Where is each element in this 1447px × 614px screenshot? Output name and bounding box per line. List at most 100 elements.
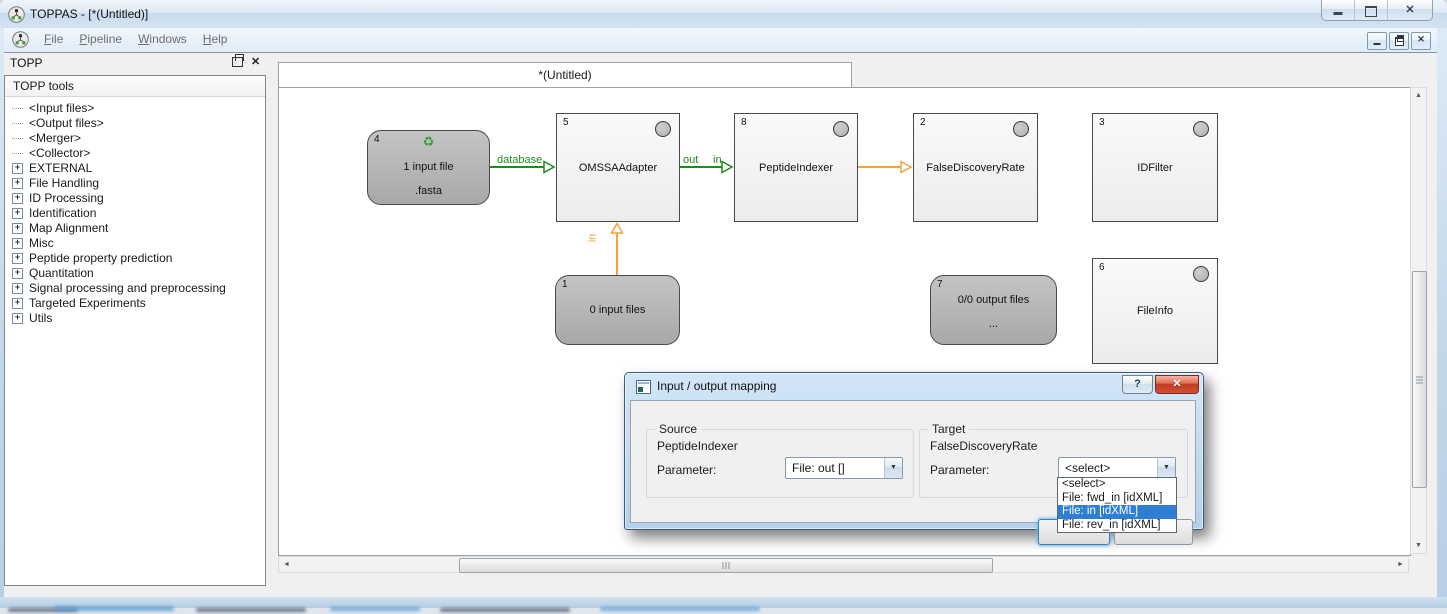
tree-item[interactable]: +Targeted Experiments (5, 296, 265, 311)
scrollbar-grip (1416, 376, 1423, 383)
tree-item-label: Misc (29, 236, 54, 251)
tree-item[interactable]: + Signal processing and preprocessing (5, 281, 265, 296)
node-label: FalseDiscoveryRate (914, 162, 1037, 174)
menu-windows[interactable]: Windows (130, 28, 195, 50)
target-parameter-label: Parameter: (930, 463, 989, 477)
scroll-right-icon[interactable]: ► (1393, 557, 1408, 572)
expand-plus-icon[interactable]: + (12, 298, 23, 309)
node-falsediscoveryrate[interactable]: 2 FalseDiscoveryRate (913, 113, 1038, 222)
node-peptideindexer[interactable]: 8 PeptideIndexer (734, 113, 858, 222)
close-button[interactable]: ✕ (1387, 0, 1432, 20)
tree-item[interactable]: <Output files> (5, 116, 265, 131)
status-circle (1013, 121, 1029, 137)
scroll-left-icon[interactable]: ◄ (279, 557, 294, 572)
node-output-files[interactable]: 7 0/0 output files ... (930, 275, 1057, 345)
dialog-close-button[interactable]: ✕ (1155, 375, 1199, 394)
mdi-restore-button[interactable] (1389, 32, 1409, 50)
horizontal-scrollbar[interactable]: ◄ ► (278, 556, 1409, 573)
dialog-icon (636, 380, 651, 394)
menu-pipeline[interactable]: Pipeline (71, 28, 130, 50)
scrollbar-grip (723, 562, 730, 569)
tree-item[interactable]: +Peptide property prediction (5, 251, 265, 266)
scroll-down-icon[interactable]: ▼ (1411, 538, 1426, 553)
dialog-help-button[interactable]: ? (1122, 375, 1153, 394)
window-title: TOPPAS - [*(Untitled)] (30, 7, 148, 21)
expand-plus-icon[interactable]: + (12, 193, 23, 204)
edge-label-in: in (713, 154, 722, 166)
tree-item-label: File Handling (29, 176, 99, 191)
mdi-minimize-button[interactable] (1367, 32, 1387, 50)
tree-item-label: Map Alignment (29, 221, 108, 236)
node-number: 7 (937, 279, 943, 290)
source-tool-name: PeptideIndexer (657, 439, 738, 453)
source-parameter-value: File: out [] (792, 461, 845, 475)
scroll-up-icon[interactable]: ▲ (1411, 88, 1426, 103)
dock-close-icon[interactable]: ✕ (251, 57, 260, 67)
tree-item[interactable]: +EXTERNAL (5, 161, 265, 176)
node-fileinfo[interactable]: 6 FileInfo (1092, 258, 1218, 364)
horizontal-scrollbar-thumb[interactable] (459, 558, 993, 573)
desktop-artifact (54, 606, 174, 611)
mdi-window-buttons: ✕ (1367, 32, 1431, 50)
dropdown-option[interactable]: <select> (1058, 478, 1176, 492)
node-text: 1 input file (368, 161, 489, 173)
tree-item-label: Quantitation (29, 266, 94, 281)
dropdown-option[interactable]: File: rev_in [idXML] (1058, 519, 1176, 533)
node-number: 2 (920, 117, 926, 128)
minimize-icon (1334, 12, 1343, 15)
topp-tools-panel: TOPP tools <Input files><Output files><M… (4, 75, 266, 586)
expand-plus-icon[interactable]: + (12, 268, 23, 279)
dock-float-icon[interactable] (232, 57, 243, 67)
tree-item[interactable]: +ID Processing (5, 191, 265, 206)
node-text: ... (931, 318, 1056, 330)
node-input-file-fasta[interactable]: 4 ♻ 1 input file .fasta (367, 130, 490, 205)
menu-items: FilePipelineWindowsHelp (36, 28, 235, 50)
tree-item[interactable]: + Map Alignment (5, 221, 265, 236)
desktop-artifact (330, 607, 420, 611)
tree-item[interactable]: + File Handling (5, 176, 265, 191)
status-circle (655, 121, 671, 137)
expand-plus-icon[interactable]: + (12, 208, 23, 219)
maximize-button[interactable] (1354, 0, 1387, 20)
expand-plus-icon[interactable]: + (12, 283, 23, 294)
node-label: FileInfo (1093, 305, 1217, 317)
tree-item[interactable]: + Misc (5, 236, 265, 251)
vertical-scrollbar[interactable]: ▲ ▼ (1410, 87, 1427, 554)
expand-plus-icon[interactable]: + (12, 253, 23, 264)
expand-plus-icon[interactable]: + (12, 178, 23, 189)
tree-item-label: Signal processing and preprocessing (29, 281, 226, 296)
mdi-close-button[interactable]: ✕ (1411, 32, 1431, 50)
tree-item[interactable]: +Utils (5, 311, 265, 326)
document-tab[interactable]: *(Untitled) (278, 62, 852, 89)
tree-item[interactable]: <Input files> (5, 101, 265, 116)
expand-plus-icon[interactable]: + (12, 238, 23, 249)
expand-plus-icon[interactable]: + (12, 163, 23, 174)
tree-item-label: <Input files> (29, 101, 94, 116)
edge-label-out: out (683, 154, 698, 166)
tree-item[interactable]: + Quantitation (5, 266, 265, 281)
expand-plus-icon[interactable]: + (12, 223, 23, 234)
tree-item[interactable]: +Identification (5, 206, 265, 221)
node-idfilter[interactable]: 3 IDFilter (1092, 113, 1218, 222)
node-omssaadapter[interactable]: 5 OMSSAAdapter (556, 113, 680, 222)
mdi-restore-icon (1395, 37, 1404, 46)
minimize-button[interactable] (1322, 0, 1354, 20)
dropdown-option[interactable]: File: fwd_in [idXML] (1058, 492, 1176, 506)
tree-item[interactable]: <Collector> (5, 146, 265, 161)
tree-item[interactable]: <Merger> (5, 131, 265, 146)
status-circle (833, 121, 849, 137)
vertical-scrollbar-thumb[interactable] (1412, 271, 1427, 488)
node-input-files-empty[interactable]: 1 0 input files (555, 275, 680, 345)
close-icon: ✕ (1388, 3, 1432, 16)
menu-help[interactable]: Help (195, 28, 236, 50)
menu-file[interactable]: File (36, 28, 71, 50)
node-label: IDFilter (1093, 162, 1217, 174)
source-parameter-combobox[interactable]: File: out [] ▼ (785, 457, 903, 479)
dropdown-option[interactable]: File: in [idXML] (1058, 505, 1176, 519)
target-parameter-combobox[interactable]: <select> ▼ (1058, 457, 1176, 479)
parameter-dropdown-list: <select>File: fwd_in [idXML]File: in [id… (1057, 477, 1177, 533)
mdi-minimize-icon (1374, 43, 1381, 45)
expand-plus-icon[interactable]: + (12, 313, 23, 324)
title-bar: TOPPAS - [*(Untitled)] ✕ (0, 0, 1447, 28)
node-number: 5 (563, 117, 569, 128)
